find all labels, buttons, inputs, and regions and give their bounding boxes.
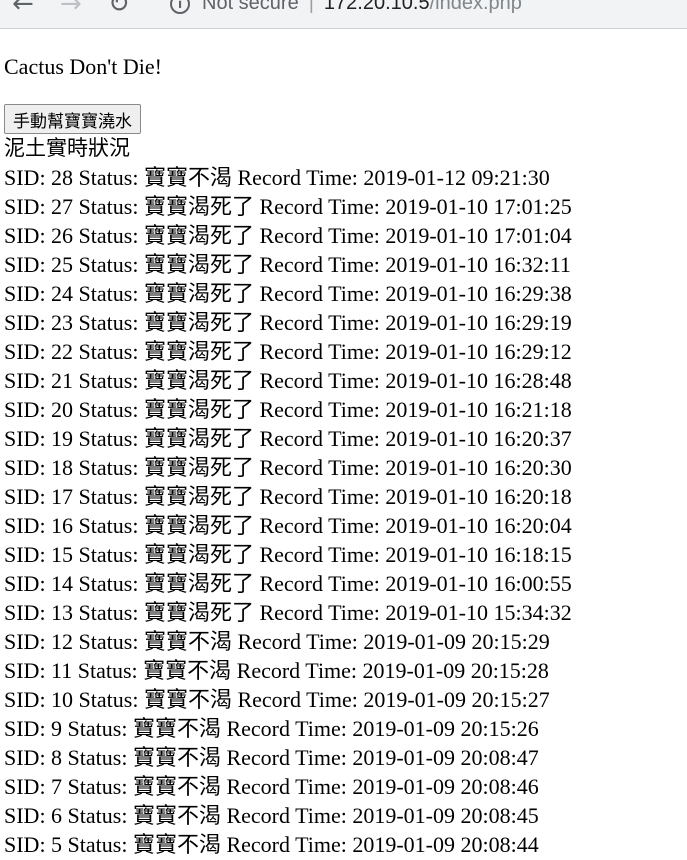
record-row: SID: 23 Status: 寶寶渴死了 Record Time: 2019-… bbox=[4, 310, 572, 335]
record-row: SID: 22 Status: 寶寶渴死了 Record Time: 2019-… bbox=[4, 339, 572, 364]
record-row: SID: 28 Status: 寶寶不渴 Record Time: 2019-0… bbox=[4, 165, 550, 190]
page-content: Cactus Don't Die! 手動幫寶寶澆水 泥土實時狀況 SID: 28… bbox=[4, 52, 684, 859]
record-row: SID: 24 Status: 寶寶渴死了 Record Time: 2019-… bbox=[4, 281, 572, 306]
page-title: Cactus Don't Die! bbox=[4, 54, 162, 79]
record-row: SID: 6 Status: 寶寶不渴 Record Time: 2019-01… bbox=[4, 803, 539, 828]
record-row: SID: 17 Status: 寶寶渴死了 Record Time: 2019-… bbox=[4, 484, 572, 509]
soil-status-heading: 泥土實時狀況 bbox=[4, 136, 130, 160]
address-bar[interactable]: i Not secure | 172.20.10.5/index.php bbox=[150, 0, 687, 18]
record-row: SID: 14 Status: 寶寶渴死了 Record Time: 2019-… bbox=[4, 571, 572, 596]
security-label: Not secure bbox=[202, 0, 299, 14]
info-icon[interactable]: i bbox=[170, 0, 190, 14]
record-row: SID: 7 Status: 寶寶不渴 Record Time: 2019-01… bbox=[4, 774, 539, 799]
record-list: SID: 28 Status: 寶寶不渴 Record Time: 2019-0… bbox=[4, 163, 684, 859]
record-row: SID: 12 Status: 寶寶不渴 Record Time: 2019-0… bbox=[4, 629, 550, 654]
back-arrow-icon[interactable]: ← bbox=[12, 0, 34, 18]
manual-water-button[interactable]: 手動幫寶寶澆水 bbox=[4, 104, 141, 134]
record-row: SID: 11 Status: 寶寶不渴 Record Time: 2019-0… bbox=[4, 658, 549, 683]
reload-icon[interactable]: ↻ bbox=[108, 0, 130, 18]
record-row: SID: 27 Status: 寶寶渴死了 Record Time: 2019-… bbox=[4, 194, 572, 219]
record-row: SID: 25 Status: 寶寶渴死了 Record Time: 2019-… bbox=[4, 252, 571, 277]
browser-toolbar: ← → ↻ i Not secure | 172.20.10.5/index.php bbox=[0, 0, 687, 29]
url-host: 172.20.10.5 bbox=[323, 0, 430, 14]
record-row: SID: 18 Status: 寶寶渴死了 Record Time: 2019-… bbox=[4, 455, 572, 480]
record-row: SID: 16 Status: 寶寶渴死了 Record Time: 2019-… bbox=[4, 513, 572, 538]
record-row: SID: 19 Status: 寶寶渴死了 Record Time: 2019-… bbox=[4, 426, 572, 451]
record-row: SID: 15 Status: 寶寶渴死了 Record Time: 2019-… bbox=[4, 542, 572, 567]
record-row: SID: 13 Status: 寶寶渴死了 Record Time: 2019-… bbox=[4, 600, 572, 625]
record-row: SID: 20 Status: 寶寶渴死了 Record Time: 2019-… bbox=[4, 397, 572, 422]
record-row: SID: 8 Status: 寶寶不渴 Record Time: 2019-01… bbox=[4, 745, 539, 770]
record-row: SID: 9 Status: 寶寶不渴 Record Time: 2019-01… bbox=[4, 716, 539, 741]
record-row: SID: 21 Status: 寶寶渴死了 Record Time: 2019-… bbox=[4, 368, 572, 393]
forward-arrow-icon[interactable]: → bbox=[60, 0, 82, 18]
record-row: SID: 10 Status: 寶寶不渴 Record Time: 2019-0… bbox=[4, 687, 550, 712]
record-row: SID: 5 Status: 寶寶不渴 Record Time: 2019-01… bbox=[4, 832, 539, 857]
url-path: /index.php bbox=[429, 0, 522, 14]
record-row: SID: 26 Status: 寶寶渴死了 Record Time: 2019-… bbox=[4, 223, 572, 248]
url-separator: | bbox=[308, 0, 314, 14]
